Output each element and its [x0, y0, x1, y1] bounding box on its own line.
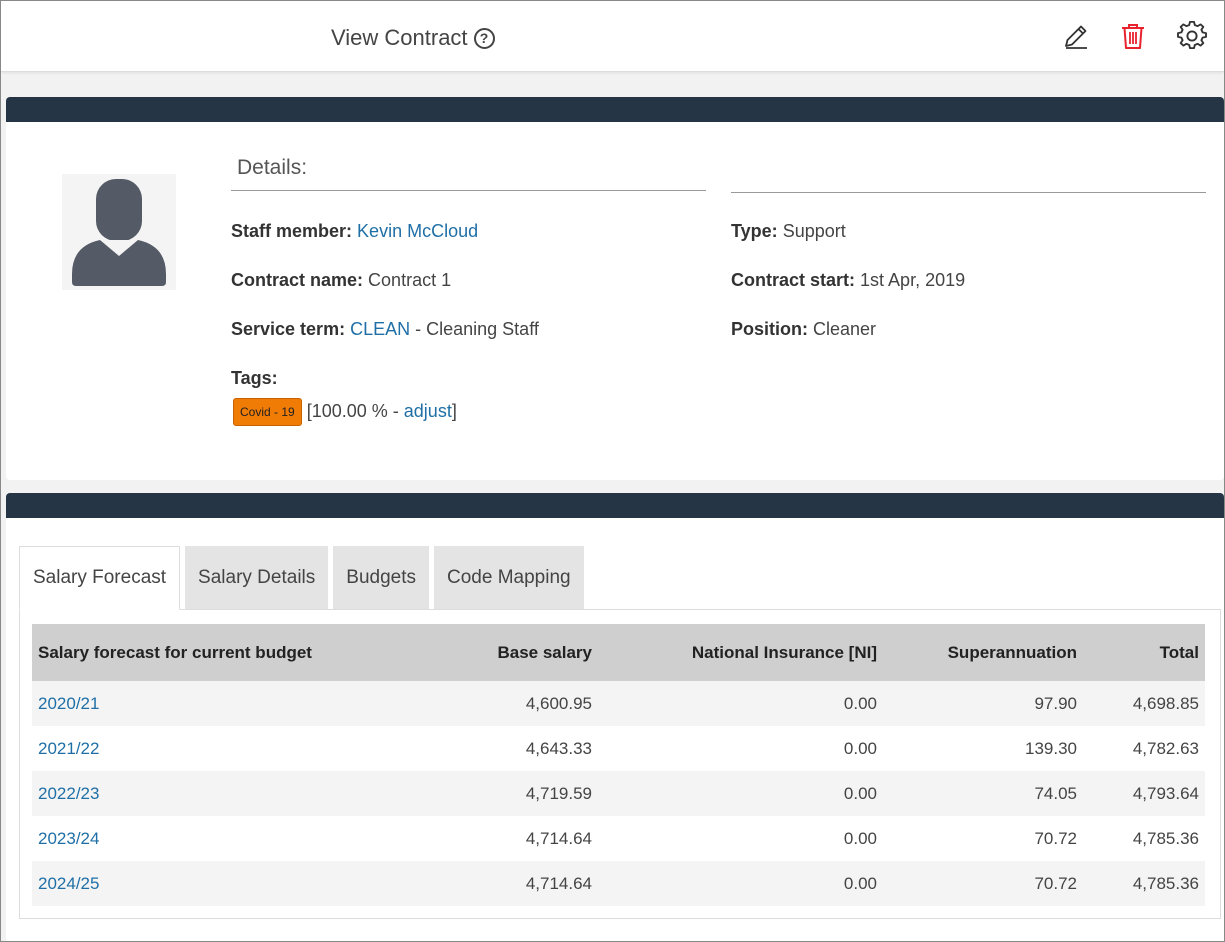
contract-name-field: Contract name: Contract 1 [231, 270, 451, 291]
service-term-field: Service term: CLEAN - Cleaning Staff [231, 319, 539, 340]
table-row: 2022/23 4,719.59 0.00 74.05 4,793.64 [32, 771, 1205, 816]
tab-code-mapping[interactable]: Code Mapping [434, 546, 584, 610]
top-bar: View Contract ? [1, 1, 1224, 72]
position-field: Position: Cleaner [731, 319, 876, 340]
total-cell: 4,785.36 [1132, 828, 1199, 848]
contract-start-value: 1st Apr, 2019 [860, 270, 966, 290]
ni-cell: 0.00 [843, 828, 877, 848]
service-term-link[interactable]: CLEAN [350, 319, 410, 339]
avatar [62, 174, 176, 290]
tags-field: Tags: [231, 368, 278, 389]
column-header-base-salary: Base salary [497, 642, 592, 662]
tab-salary-forecast[interactable]: Salary Forecast [19, 546, 181, 610]
type-value: Support [782, 221, 846, 241]
contract-name-label: Contract name: [231, 270, 364, 290]
page-title-text: View Contract [331, 25, 468, 50]
column-header-ni: National Insurance [NI] [691, 642, 877, 662]
column-header-forecast: Salary forecast for current budget [38, 642, 312, 662]
ni-cell: 0.00 [843, 783, 877, 803]
service-term-label: Service term: [231, 319, 346, 339]
details-panel: Details: Staff member: Kevin McCloud Con… [6, 122, 1224, 480]
contract-name-value: Contract 1 [368, 270, 452, 290]
superannuation-cell: 139.30 [1025, 738, 1077, 758]
total-cell: 4,793.64 [1132, 783, 1199, 803]
staff-member-label: Staff member: [231, 221, 353, 241]
year-link[interactable]: 2022/23 [38, 784, 99, 803]
staff-member-field: Staff member: Kevin McCloud [231, 221, 478, 242]
superannuation-cell: 70.72 [1034, 828, 1077, 848]
total-cell: 4,785.36 [1132, 873, 1199, 893]
adjust-link[interactable]: adjust [404, 401, 452, 421]
table-row: 2021/22 4,643.33 0.00 139.30 4,782.63 [32, 726, 1205, 771]
details-heading: Details: [231, 156, 706, 191]
superannuation-cell: 97.90 [1034, 693, 1077, 713]
tag-row: Covid - 19 [100.00 % - adjust] [231, 398, 457, 426]
year-link[interactable]: 2024/25 [38, 874, 99, 893]
tag-badge: Covid - 19 [233, 398, 302, 426]
column-header-superannuation: Superannuation [947, 642, 1077, 662]
forecast-panel: Salary Forecast Salary Details Budgets C… [6, 518, 1224, 942]
total-cell: 4,782.63 [1132, 738, 1199, 758]
type-field: Type: Support [731, 221, 846, 242]
service-term-separator: - [410, 319, 427, 339]
details-divider [731, 192, 1206, 193]
base-salary-cell: 4,714.64 [525, 873, 592, 893]
trash-icon[interactable] [1118, 21, 1148, 51]
contract-start-label: Contract start: [731, 270, 856, 290]
help-icon[interactable]: ? [473, 27, 495, 49]
position-label: Position: [731, 319, 808, 339]
superannuation-cell: 70.72 [1034, 873, 1077, 893]
table-row: 2020/21 4,600.95 0.00 97.90 4,698.85 [32, 681, 1205, 726]
pencil-icon[interactable] [1061, 21, 1091, 51]
details-panel-header [6, 97, 1224, 123]
tab-bar: Salary Forecast Salary Details Budgets C… [19, 546, 584, 610]
page-title: View Contract ? [331, 25, 495, 51]
year-link[interactable]: 2020/21 [38, 694, 99, 713]
year-link[interactable]: 2023/24 [38, 829, 99, 848]
tag-allocation-prefix: [100.00 % - [306, 400, 404, 421]
table-row: 2024/25 4,714.64 0.00 70.72 4,785.36 [32, 861, 1205, 906]
ni-cell: 0.00 [843, 873, 877, 893]
salary-forecast-tab-content: Salary forecast for current budget Base … [19, 609, 1221, 919]
superannuation-cell: 74.05 [1034, 783, 1077, 803]
table-header-row: Salary forecast for current budget Base … [32, 624, 1205, 681]
tab-budgets[interactable]: Budgets [333, 546, 429, 610]
ni-cell: 0.00 [843, 693, 877, 713]
position-value: Cleaner [813, 319, 877, 339]
total-cell: 4,698.85 [1132, 693, 1199, 713]
tab-salary-details[interactable]: Salary Details [185, 546, 329, 610]
forecast-panel-header [6, 493, 1224, 519]
contract-start-field: Contract start: 1st Apr, 2019 [731, 270, 965, 291]
salary-forecast-table: Salary forecast for current budget Base … [32, 624, 1205, 906]
base-salary-cell: 4,643.33 [525, 738, 592, 758]
type-label: Type: [731, 221, 778, 241]
base-salary-cell: 4,714.64 [525, 828, 592, 848]
service-term-description: Cleaning Staff [426, 319, 539, 339]
year-link[interactable]: 2021/22 [38, 739, 99, 758]
table-row: 2023/24 4,714.64 0.00 70.72 4,785.36 [32, 816, 1205, 861]
ni-cell: 0.00 [843, 738, 877, 758]
base-salary-cell: 4,600.95 [525, 693, 592, 713]
column-header-total: Total [1159, 642, 1199, 662]
base-salary-cell: 4,719.59 [525, 783, 592, 803]
tag-allocation-suffix: ] [451, 400, 457, 421]
tags-label: Tags: [231, 368, 278, 388]
staff-member-link[interactable]: Kevin McCloud [357, 221, 478, 241]
gear-icon[interactable] [1177, 21, 1207, 51]
